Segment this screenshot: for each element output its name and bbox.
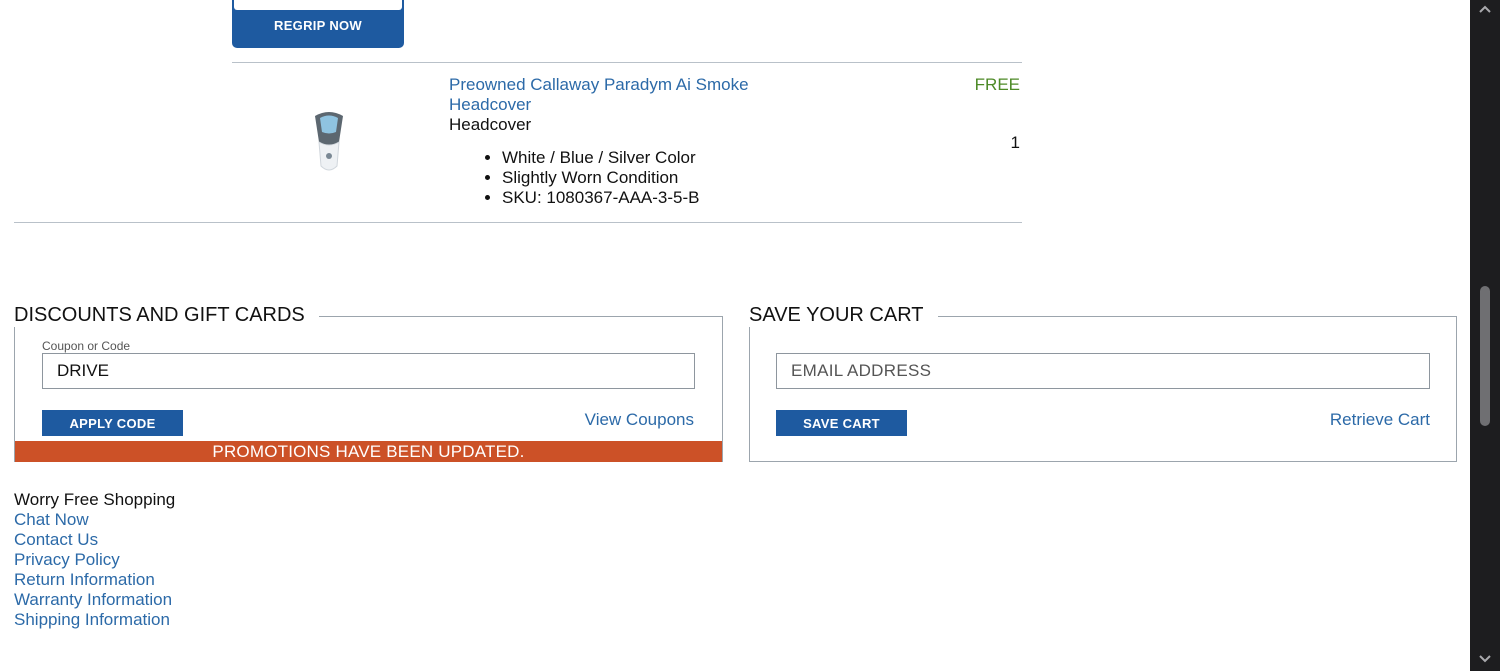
apply-code-button[interactable]: APPLY CODE [42,410,183,436]
regrip-now-button[interactable]: REGRIP NOW [232,0,404,48]
item-divider-bottom [14,222,1022,223]
product-attributes: White / Blue / Silver Color Slightly Wor… [449,148,700,208]
attribute-color: White / Blue / Silver Color [502,148,700,168]
headcover-image [315,112,343,171]
footer-links: Worry Free Shopping Chat Now Contact Us … [14,490,175,630]
worry-free-heading: Worry Free Shopping [14,490,176,509]
save-cart-panel [749,316,1457,462]
scroll-down-icon[interactable] [1478,654,1492,664]
retrieve-cart-link[interactable]: Retrieve Cart [1330,410,1430,430]
chat-now-link[interactable]: Chat Now [14,510,175,530]
scroll-thumb[interactable] [1480,286,1490,426]
product-title-link[interactable]: Preowned Callaway Paradym Ai Smoke Headc… [449,75,809,115]
promotions-updated-banner: PROMOTIONS HAVE BEEN UPDATED. [15,441,722,462]
email-address-input[interactable] [776,353,1430,389]
discounts-title: DISCOUNTS AND GIFT CARDS [14,303,319,327]
contact-us-link[interactable]: Contact Us [14,530,175,550]
view-coupons-link[interactable]: View Coupons [585,410,694,430]
shipping-information-link[interactable]: Shipping Information [14,610,175,630]
warranty-information-link[interactable]: Warranty Information [14,590,175,610]
page-scrollbar[interactable] [1470,0,1500,671]
product-price: FREE [974,75,1020,94]
save-cart-title: SAVE YOUR CART [749,303,938,327]
product-quantity: 1 [1010,133,1020,152]
attribute-sku: SKU: 1080367-AAA-3-5-B [502,188,700,208]
privacy-policy-link[interactable]: Privacy Policy [14,550,175,570]
item-divider-top [232,62,1022,63]
return-information-link[interactable]: Return Information [14,570,175,590]
coupon-label: Coupon or Code [42,339,131,353]
coupon-input[interactable] [42,353,695,389]
product-thumbnail[interactable] [306,108,352,178]
regrip-now-label: REGRIP NOW [274,18,362,33]
regrip-box-top [234,0,402,10]
save-cart-button[interactable]: SAVE CART [776,410,907,436]
scroll-up-icon[interactable] [1478,4,1492,14]
product-type: Headcover [449,115,532,134]
attribute-condition: Slightly Worn Condition [502,168,700,188]
